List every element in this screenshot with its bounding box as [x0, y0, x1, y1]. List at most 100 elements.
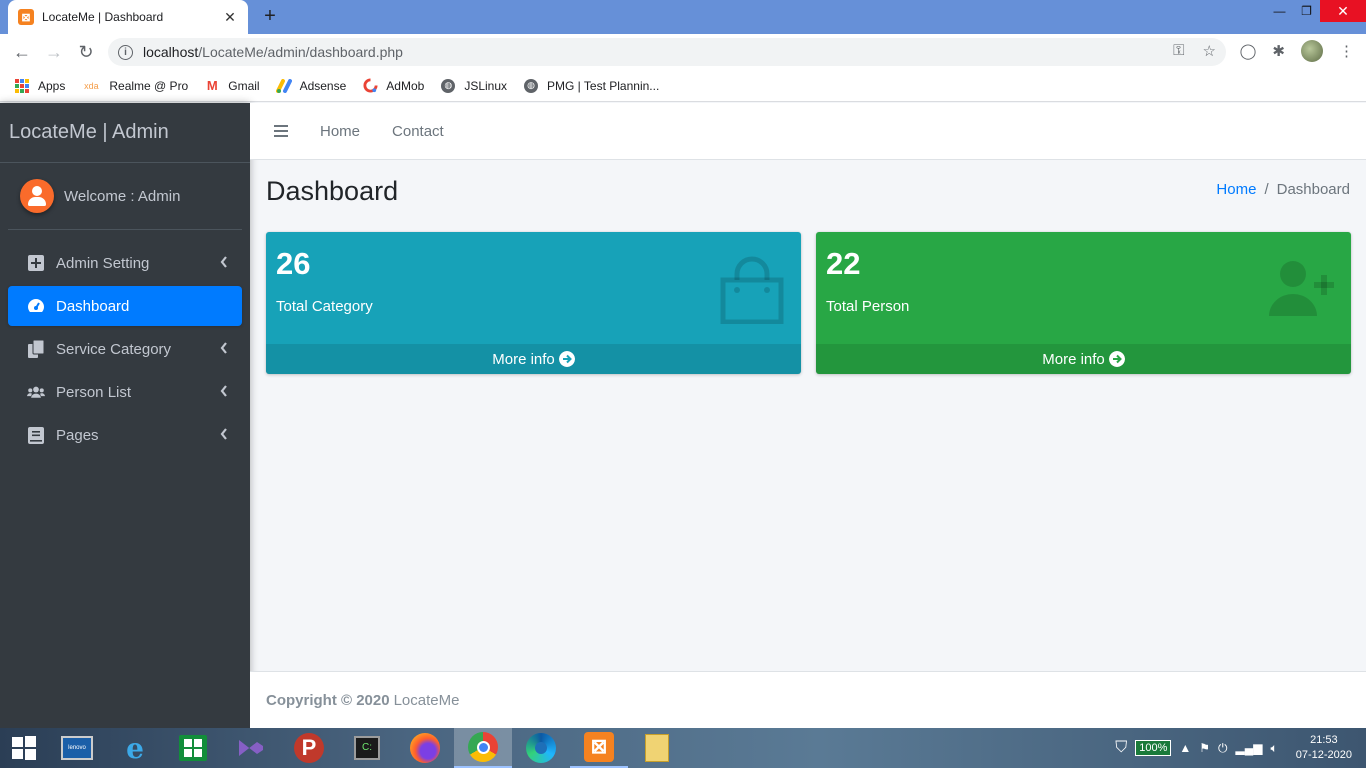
breadcrumb: Home / Dashboard — [1216, 181, 1350, 198]
breadcrumb-separator: / — [1264, 181, 1269, 198]
visual-studio-icon — [239, 740, 263, 756]
chevron-left-icon — [220, 428, 227, 440]
shopping-bag-icon — [720, 256, 784, 324]
store-icon — [179, 735, 207, 761]
taskbar-psiphon[interactable]: P — [280, 728, 338, 768]
chevron-up-icon[interactable]: ▲ — [1179, 741, 1191, 755]
taskbar-visual-studio[interactable] — [222, 728, 280, 768]
users-icon — [27, 383, 45, 401]
volume-icon[interactable]: 🔈︎ — [1271, 741, 1278, 756]
sidebar-nav: Admin Setting Dashboard Service Category… — [0, 243, 250, 455]
windows-taskbar: lenovo e P C: ⊠ ⛉ 100% ▲ ⚑ ⏻ ▂▄▆ 🔈︎ 21:5… — [0, 728, 1366, 768]
site-info-icon[interactable]: i — [118, 44, 133, 60]
globe-icon: ◍ — [441, 78, 456, 93]
key-icon[interactable]: ⚿ — [1173, 42, 1184, 60]
plus-square-icon — [27, 254, 45, 272]
total-category-card: 26 Total Category More info — [266, 232, 801, 374]
xampp-icon: ⊠ — [18, 9, 34, 25]
extensions-icon[interactable]: ✱ — [1272, 42, 1285, 60]
adsense-icon — [275, 78, 292, 94]
close-tab-icon[interactable]: ✕ — [222, 9, 238, 26]
lenovo-icon: lenovo — [61, 736, 93, 760]
forward-button[interactable]: → — [38, 42, 70, 63]
new-tab-button[interactable]: + — [258, 5, 282, 29]
bookmark-jslinux[interactable]: ◍ JSLinux — [440, 78, 507, 94]
sidebar-item-label: Service Category — [56, 340, 172, 358]
battery-indicator[interactable]: 100% — [1135, 740, 1172, 756]
more-info-label: More info — [1042, 350, 1105, 368]
taskbar-internet-explorer[interactable]: e — [106, 728, 164, 768]
bookmark-admob[interactable]: AdMob — [362, 78, 424, 94]
shield-check-icon[interactable]: ⛉ — [1115, 739, 1127, 757]
taskbar-lenovo[interactable]: lenovo — [48, 728, 106, 768]
window-close-button[interactable]: ✕ — [1320, 0, 1366, 22]
system-tray: ⛉ 100% ▲ ⚑ ⏻ ▂▄▆ 🔈︎ 21:53 07-12-2020 — [1115, 728, 1366, 768]
footer-brand-link[interactable]: LocateMe — [394, 692, 460, 709]
tachometer-icon — [27, 297, 45, 315]
total-category-count: 26 — [276, 246, 311, 281]
wifi-signal-icon[interactable]: ▂▄▆ — [1236, 741, 1263, 755]
taskbar-store[interactable] — [164, 728, 222, 768]
hamburger-menu-icon[interactable] — [274, 125, 288, 137]
chat-icon[interactable]: ◯ — [1240, 42, 1257, 60]
avatar[interactable] — [20, 179, 54, 213]
tab-title: LocateMe | Dashboard — [42, 10, 164, 24]
restore-button[interactable]: ❐ — [1293, 0, 1320, 22]
bookmark-realme[interactable]: xda Realme @ Pro — [81, 78, 188, 94]
minimize-button[interactable]: — — [1266, 0, 1293, 22]
clock[interactable]: 21:53 07-12-2020 — [1296, 733, 1352, 763]
flag-icon[interactable]: ⚑ — [1199, 741, 1210, 755]
welcome-text[interactable]: Welcome : Admin — [64, 188, 180, 205]
sidebar-item-label: Admin Setting — [56, 254, 150, 272]
sidebar-item-label: Pages — [56, 426, 99, 444]
taskbar-terminal[interactable]: C: — [338, 728, 396, 768]
nav-link-contact[interactable]: Contact — [392, 123, 444, 140]
nav-link-home[interactable]: Home — [320, 123, 360, 140]
copy-icon — [27, 340, 45, 358]
psiphon-icon: P — [294, 733, 324, 763]
total-category-more-info-link[interactable]: More info — [266, 344, 801, 374]
user-plus-icon — [1269, 261, 1334, 316]
bookmark-gmail[interactable]: M Gmail — [204, 78, 260, 94]
menu-icon[interactable]: ⋮ — [1339, 42, 1354, 60]
windows-start-button[interactable] — [0, 728, 48, 768]
taskbar-xampp[interactable]: ⊠ — [570, 728, 628, 768]
taskbar-firefox[interactable] — [396, 728, 454, 768]
bookmark-adsense[interactable]: Adsense — [275, 78, 346, 94]
browser-tab[interactable]: ⊠ LocateMe | Dashboard ✕ — [8, 0, 248, 34]
power-icon[interactable]: ⏻ — [1218, 741, 1228, 756]
window-controls: — ❐ ✕ — [1266, 0, 1366, 24]
sidebar-item-service-category[interactable]: Service Category — [8, 329, 242, 369]
breadcrumb-home-link[interactable]: Home — [1216, 181, 1256, 198]
total-person-more-info-link[interactable]: More info — [816, 344, 1351, 374]
windows-logo-icon — [12, 736, 36, 760]
sidebar-item-pages[interactable]: Pages — [8, 415, 242, 455]
taskbar-chrome[interactable] — [454, 728, 512, 768]
reload-button[interactable]: ↻ — [70, 42, 102, 63]
gmail-icon: M — [206, 78, 218, 93]
chevron-left-icon — [220, 342, 227, 354]
bookmark-star-icon[interactable]: ☆ — [1203, 42, 1216, 60]
user-panel: Welcome : Admin — [8, 163, 242, 230]
top-navbar: Home Contact — [250, 103, 1366, 160]
sidebar-item-person-list[interactable]: Person List — [8, 372, 242, 412]
page-footer: Copyright © 2020 LocateMe — [250, 671, 1366, 728]
total-category-label: Total Category — [276, 298, 373, 315]
firefox-icon — [410, 733, 440, 763]
taskbar-edge[interactable] — [512, 728, 570, 768]
brand-link[interactable]: LocateMe | Admin — [0, 103, 250, 163]
address-toolbar: ← → ↻ i localhost/LocateMe/admin/dashboa… — [0, 34, 1366, 70]
profile-avatar[interactable] — [1301, 40, 1323, 62]
sidebar-item-admin-setting[interactable]: Admin Setting — [8, 243, 242, 283]
back-button[interactable]: ← — [6, 42, 38, 63]
edge-icon — [526, 733, 556, 763]
bookmark-apps[interactable]: Apps — [14, 78, 65, 94]
sidebar-item-label: Person List — [56, 383, 132, 401]
sidebar-item-label: Dashboard — [56, 297, 130, 315]
taskbar-file-explorer[interactable] — [628, 728, 686, 768]
browser-tab-bar: ⊠ LocateMe | Dashboard ✕ + — ❐ ✕ — [0, 0, 1366, 34]
chevron-left-icon — [220, 385, 227, 397]
url-bar[interactable]: i localhost/LocateMe/admin/dashboard.php… — [108, 38, 1226, 66]
sidebar-item-dashboard[interactable]: Dashboard — [8, 286, 242, 326]
bookmark-pmg[interactable]: ◍ PMG | Test Plannin... — [523, 78, 659, 94]
